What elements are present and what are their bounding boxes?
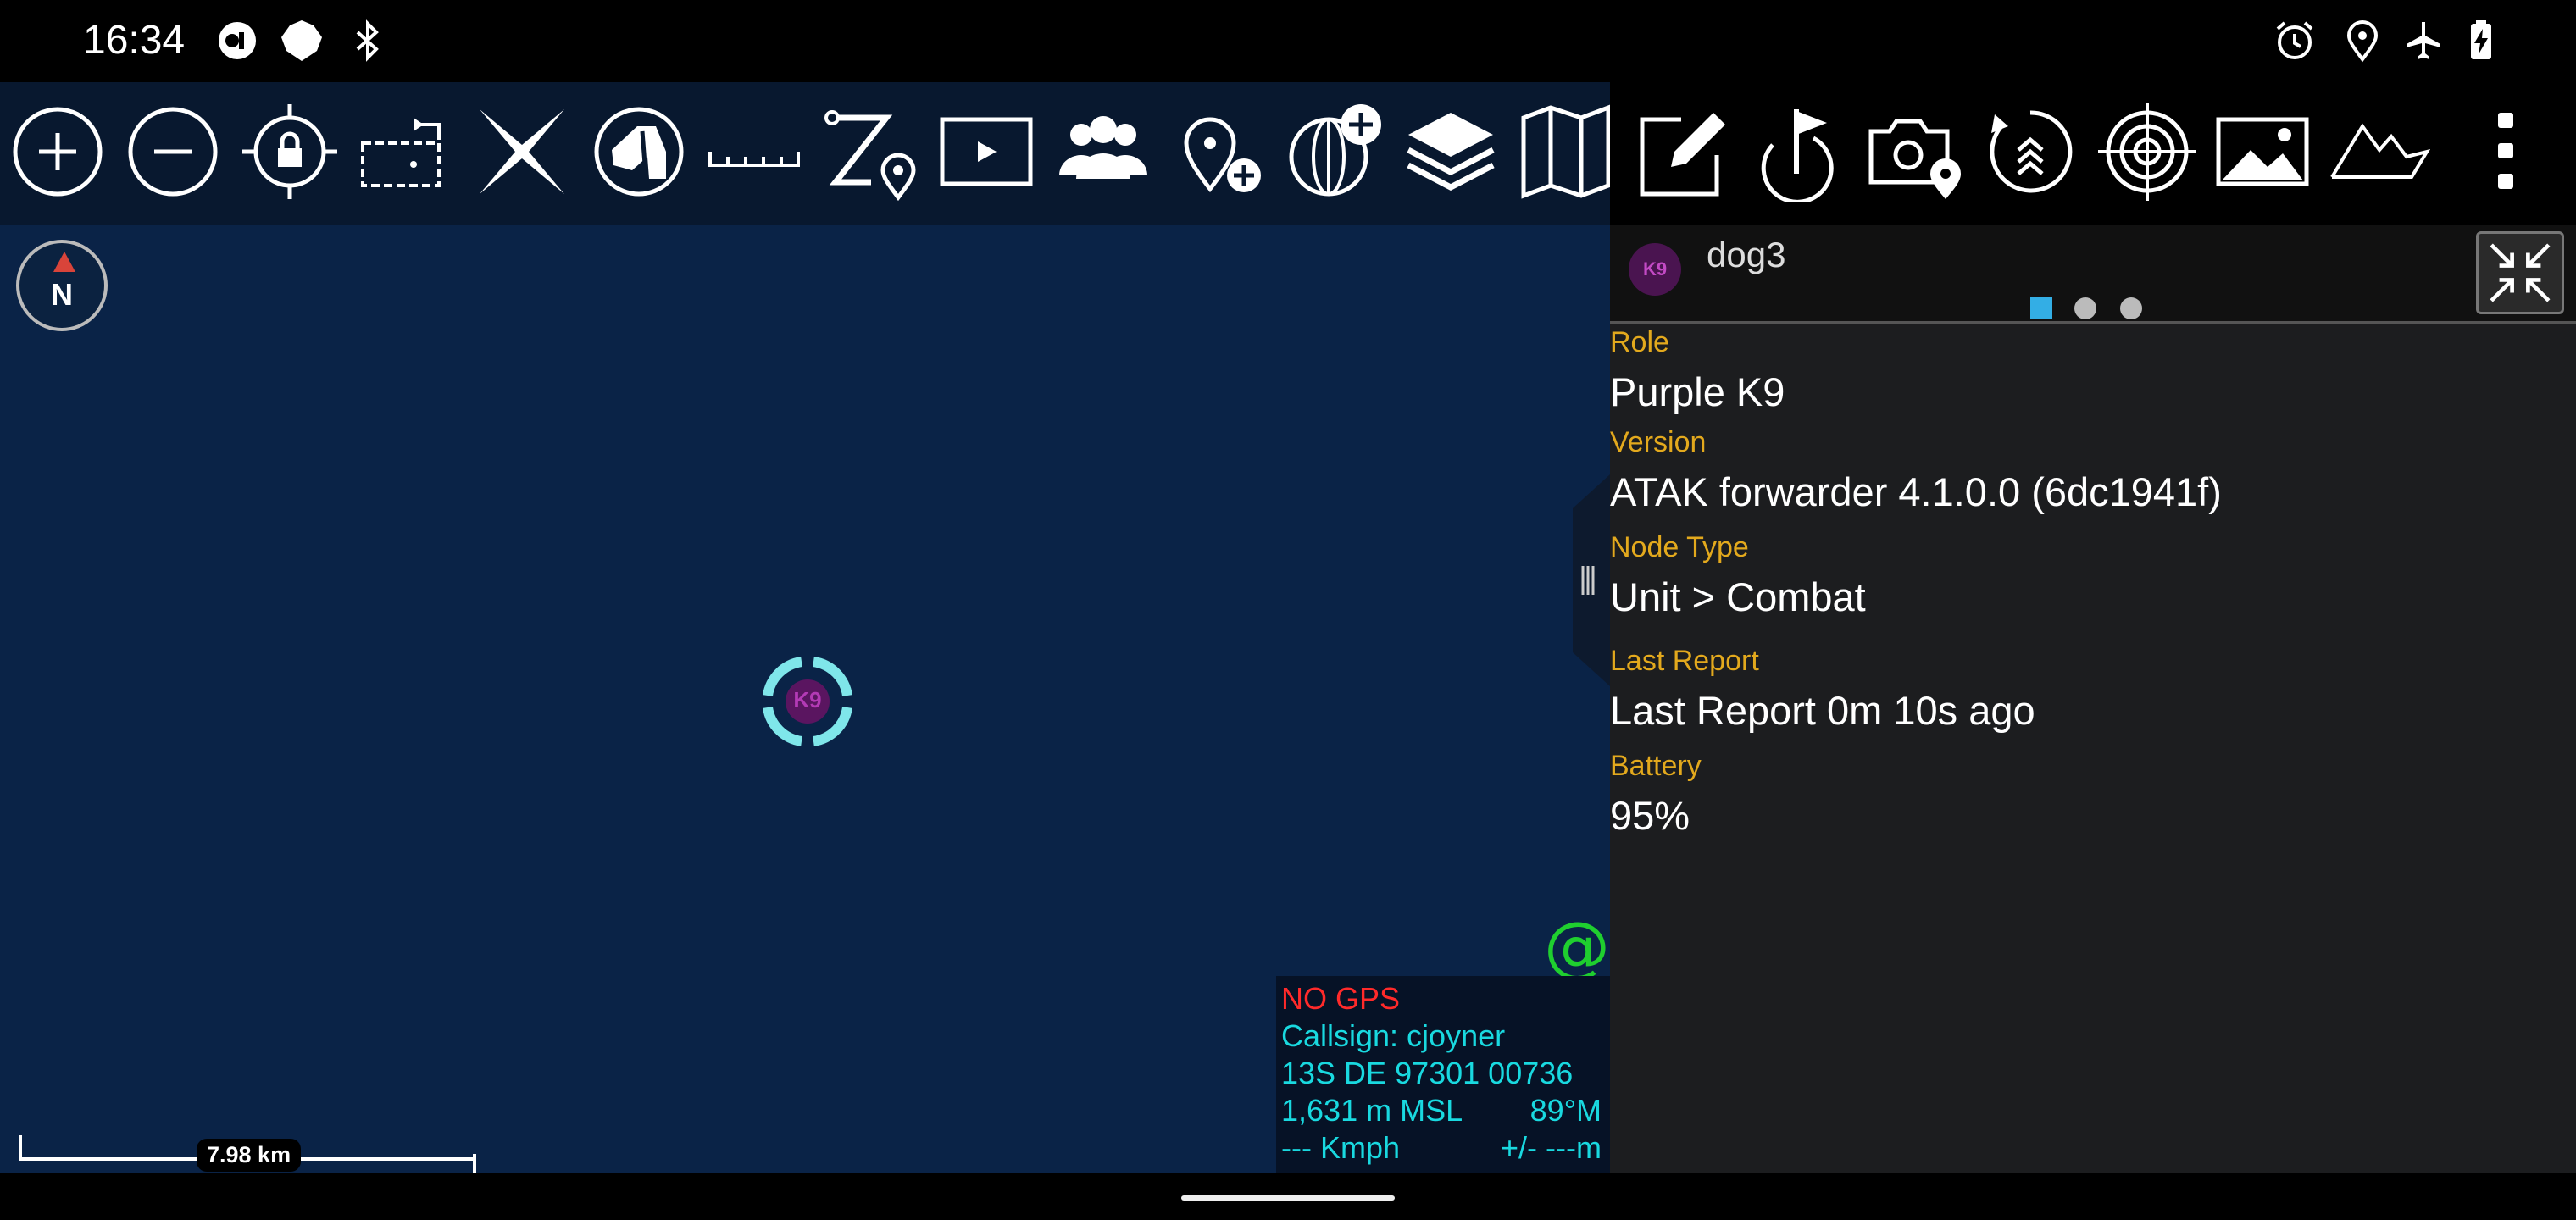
- north-arrow-icon: [53, 252, 75, 272]
- collapse-panel-button[interactable]: [2476, 231, 2564, 314]
- add-globe-icon[interactable]: [1283, 97, 1388, 206]
- video-icon[interactable]: [934, 97, 1039, 206]
- speed: --- Kmph: [1281, 1130, 1401, 1165]
- version-value: ATAK forwarder 4.1.0.0 (6dc1941f): [1610, 469, 2222, 514]
- mgrs-coordinate: 13S DE 97301 00736: [1281, 1056, 1574, 1090]
- header-divider: [1610, 321, 2576, 324]
- cancel-x-icon[interactable]: [469, 97, 575, 206]
- zoom-in-icon[interactable]: [5, 97, 110, 206]
- location-pin-icon: [2339, 17, 2386, 64]
- contact-callsign: dog3: [1707, 235, 1786, 274]
- role-value: Purple K9: [1610, 369, 1785, 414]
- avatar-label: K9: [1642, 258, 1668, 280]
- right-toolbar: [1610, 82, 2576, 225]
- layers-icon[interactable]: [1398, 97, 1503, 206]
- checkpoint-flag-icon[interactable]: [1746, 97, 1851, 206]
- navigation-bar: [0, 1173, 2576, 1220]
- last-report-value: Last Report 0m 10s ago: [1610, 688, 2035, 733]
- panel-drawer-handle[interactable]: [1569, 474, 1610, 686]
- contacts-icon[interactable]: [1051, 97, 1156, 206]
- battery-label: Battery: [1610, 750, 1702, 782]
- bluetooth-icon: [344, 17, 391, 64]
- battery-charging-icon: [2457, 17, 2505, 64]
- last-report-label: Last Report: [1610, 645, 1759, 677]
- bloodhound-icon[interactable]: [1978, 97, 2083, 206]
- node-type-value: Unit > Combat: [1610, 574, 1866, 619]
- geo-photo-icon[interactable]: [1863, 97, 1968, 206]
- k9-unit-marker[interactable]: K9: [761, 655, 854, 748]
- rotate-map-icon[interactable]: [353, 97, 458, 206]
- avatar: K9: [1627, 241, 1683, 297]
- map-toolbar: [0, 82, 1611, 225]
- lock-location-icon[interactable]: [237, 97, 342, 206]
- battery-value: 95%: [1610, 793, 1690, 838]
- image-gallery-icon[interactable]: [2210, 97, 2315, 206]
- shield-icon: [278, 17, 325, 64]
- ruler-icon[interactable]: [702, 97, 807, 206]
- self-location-info[interactable]: NO GPS Callsign: cjoyner 13S DE 97301 00…: [1276, 976, 1610, 1173]
- alarm-icon: [2271, 17, 2318, 64]
- scale-tick-right: [473, 1154, 476, 1173]
- altitude: 1,631 m MSL: [1281, 1093, 1463, 1128]
- add-point-icon[interactable]: [1168, 97, 1273, 206]
- contact-detail-panel: K9 dog3 Role Purple K9 Version ATAK forw…: [1610, 225, 2576, 1173]
- edit-icon[interactable]: [1630, 97, 1735, 206]
- page-dot-1[interactable]: [2030, 297, 2052, 319]
- heading: 89°M: [1530, 1093, 1602, 1128]
- page-dot-2[interactable]: [2074, 297, 2096, 319]
- compass-label: N: [51, 277, 73, 312]
- status-bar: 16:34: [0, 0, 2576, 82]
- target-icon[interactable]: [2095, 97, 2200, 206]
- role-label: Role: [1610, 326, 1669, 358]
- home-gesture-handle[interactable]: [1181, 1195, 1395, 1201]
- overflow-menu-icon[interactable]: [2454, 97, 2559, 206]
- version-label: Version: [1610, 426, 1707, 458]
- node-type-label: Node Type: [1610, 531, 1749, 563]
- elevation-icon[interactable]: [2327, 97, 2432, 206]
- route-icon[interactable]: [819, 97, 924, 206]
- marker-label: K9: [793, 687, 822, 713]
- self-callsign: Callsign: cjoyner: [1281, 1018, 1506, 1053]
- vpn-key-icon: [214, 17, 261, 64]
- airplane-icon: [2400, 17, 2447, 64]
- compass-button[interactable]: N: [16, 240, 108, 331]
- k9-icon[interactable]: [586, 97, 691, 206]
- gps-status: NO GPS: [1281, 981, 1401, 1016]
- status-time: 16:34: [83, 18, 186, 63]
- scale-label: 7.98 km: [197, 1139, 302, 1172]
- scale-bar: 7.98 km: [19, 1135, 476, 1173]
- accuracy: +/- ---m: [1501, 1130, 1602, 1165]
- detail-header: K9 dog3: [1610, 225, 2576, 324]
- zoom-out-icon[interactable]: [120, 97, 225, 206]
- chat-at-icon[interactable]: @: [1544, 914, 1610, 980]
- page-dot-3[interactable]: [2120, 297, 2142, 319]
- map-icon[interactable]: [1513, 97, 1618, 206]
